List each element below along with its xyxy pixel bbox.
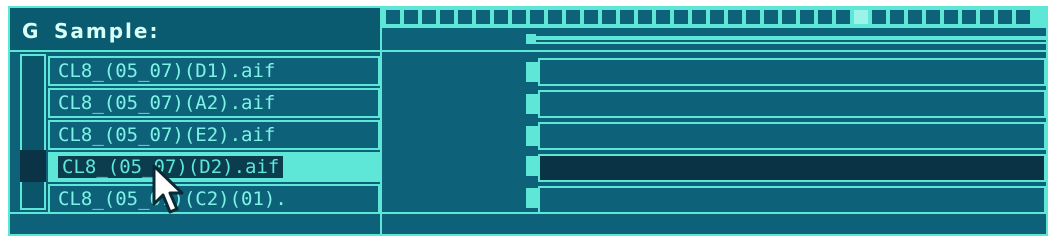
timeline-ruler[interactable]	[382, 8, 1046, 28]
ruler-tick	[818, 10, 832, 24]
ruler-tick	[890, 10, 904, 24]
ruler-tick	[710, 10, 724, 24]
ruler-tick	[638, 10, 652, 24]
ruler-tick	[386, 10, 400, 24]
ruler-tick	[728, 10, 742, 24]
ruler-tick	[602, 10, 616, 24]
group-letter: G	[22, 19, 40, 43]
sample-lane[interactable]	[538, 58, 1046, 86]
lane-start-handle[interactable]	[526, 62, 538, 82]
panel-header: G Sample:	[10, 8, 380, 52]
ruler-tick	[1016, 10, 1030, 24]
timeline-header-divider	[382, 50, 1046, 52]
sample-lane[interactable]	[538, 90, 1046, 118]
ruler-tick	[530, 10, 544, 24]
timeline-pane	[382, 8, 1046, 234]
sample-list-pane: G Sample: CL8_(05_07)(D1).aif CL8_(05_07…	[10, 8, 382, 234]
ruler-tick	[872, 10, 886, 24]
ruler-tick	[908, 10, 922, 24]
ruler-tick	[404, 10, 418, 24]
ruler-tick	[962, 10, 976, 24]
ruler-tick	[656, 10, 670, 24]
ruler-tick	[422, 10, 436, 24]
ruler-tick	[584, 10, 598, 24]
lane-start-handle[interactable]	[526, 94, 538, 114]
ruler-tick	[494, 10, 508, 24]
sample-file-item[interactable]: CL8_(05_07)(A2).aif	[48, 88, 380, 118]
ruler-tick	[674, 10, 688, 24]
ruler-tick	[566, 10, 580, 24]
sample-file-item-selected[interactable]: CL8_(05_07)(D2).aif	[48, 152, 380, 182]
ruler-tick	[998, 10, 1012, 24]
ruler-tick	[440, 10, 454, 24]
sample-file-item[interactable]: CL8_(05_07)(D1).aif	[48, 56, 380, 86]
row-selector-column[interactable]	[20, 54, 46, 210]
panel-title: Sample:	[54, 19, 160, 43]
lane-start-handle[interactable]	[526, 188, 538, 208]
selected-row-marker	[20, 150, 46, 182]
ruler-tick	[854, 10, 868, 24]
ruler-tick	[800, 10, 814, 24]
ruler-tick	[548, 10, 562, 24]
mouse-pointer-icon	[152, 164, 184, 214]
ruler-tick	[458, 10, 472, 24]
sample-lane-selected[interactable]	[538, 154, 1046, 182]
lane-start-handle[interactable]	[526, 126, 538, 146]
master-track-line-secondary	[528, 42, 1046, 44]
ruler-tick	[926, 10, 940, 24]
ruler-tick	[782, 10, 796, 24]
timeline-bottom-divider	[382, 212, 1046, 214]
sampler-window: G Sample: CL8_(05_07)(D1).aif CL8_(05_07…	[0, 0, 1054, 240]
ruler-tick	[836, 10, 850, 24]
ruler-tick	[512, 10, 526, 24]
ruler-tick	[692, 10, 706, 24]
ruler-tick	[980, 10, 994, 24]
ruler-tick	[476, 10, 490, 24]
master-track-line	[528, 36, 1046, 40]
ruler-tick	[944, 10, 958, 24]
sample-lane[interactable]	[538, 186, 1046, 214]
sample-file-item[interactable]: CL8_(05_07)(C2)(01).	[48, 184, 380, 214]
ruler-tick	[764, 10, 778, 24]
sample-file-item[interactable]: CL8_(05_07)(E2).aif	[48, 120, 380, 150]
lane-start-handle[interactable]	[526, 156, 538, 176]
ruler-tick	[620, 10, 634, 24]
ruler-tick	[746, 10, 760, 24]
sample-lane[interactable]	[538, 122, 1046, 150]
